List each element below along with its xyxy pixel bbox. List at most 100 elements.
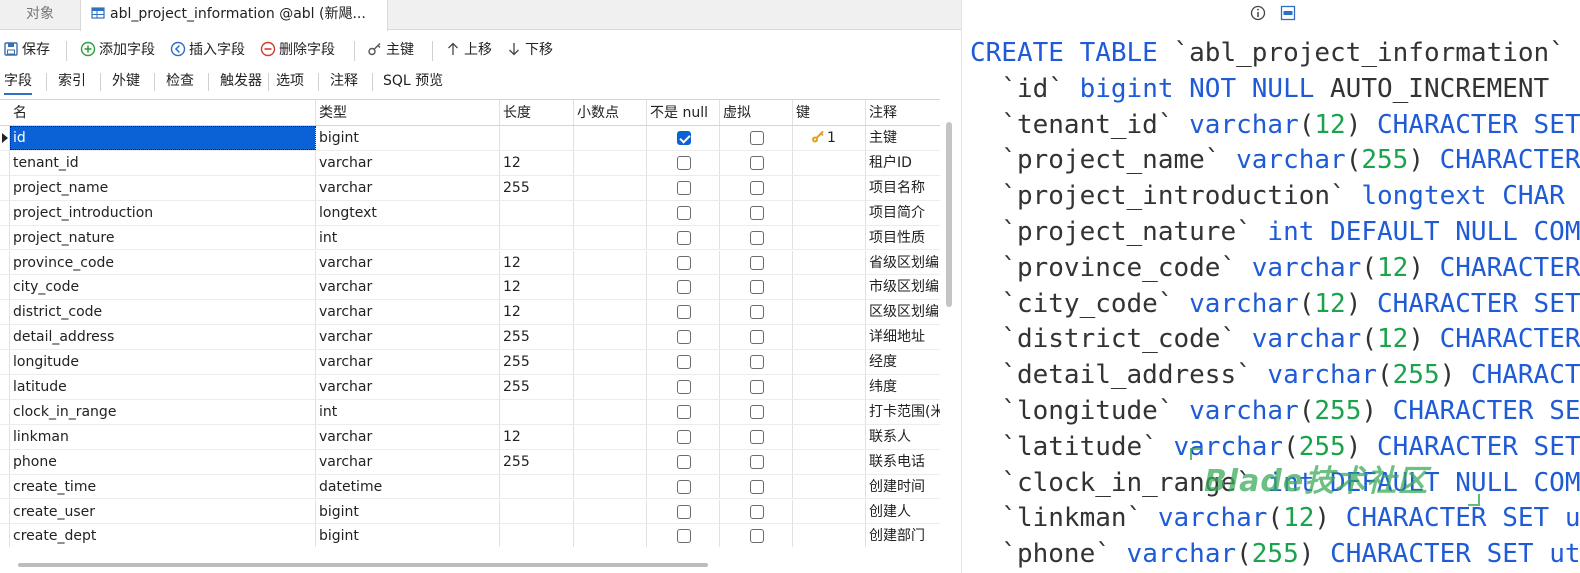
cell-name[interactable]: project_nature	[10, 225, 316, 250]
cell-decimals[interactable]	[574, 150, 647, 175]
cell-type[interactable]: longtext	[316, 200, 500, 225]
table-row[interactable]: project_introduction longtext 项目简介	[0, 200, 940, 226]
cell-key[interactable]	[793, 200, 866, 225]
cell-length[interactable]	[500, 126, 574, 150]
row-marker[interactable]	[0, 126, 10, 150]
row-marker[interactable]	[0, 250, 10, 275]
table-row[interactable]: project_name varchar 255 项目名称	[0, 175, 940, 201]
cell-decimals[interactable]	[574, 524, 647, 547]
subtab-foreign-keys[interactable]: 外键	[112, 69, 140, 95]
row-marker[interactable]	[0, 175, 10, 200]
cell-name[interactable]: province_code	[10, 250, 316, 275]
not-null-checkbox[interactable]	[677, 280, 691, 295]
cell-name[interactable]: clock_in_range	[10, 399, 316, 424]
table-row[interactable]: detail_address varchar 255 详细地址	[0, 325, 940, 351]
save-button[interactable]: 保存	[3, 39, 50, 61]
virtual-checkbox[interactable]	[750, 380, 764, 394]
column-header-type[interactable]: 类型	[316, 100, 500, 125]
table-row[interactable]: latitude varchar 255 纬度	[0, 375, 940, 400]
cell-key[interactable]	[793, 375, 866, 399]
move-up-button[interactable]: 上移	[445, 39, 492, 61]
cell-key[interactable]	[793, 524, 866, 547]
cell-decimals[interactable]	[574, 126, 647, 150]
add-field-button[interactable]: 添加字段	[80, 39, 155, 61]
horizontal-scrollbar[interactable]	[18, 563, 708, 567]
cell-type[interactable]: varchar	[316, 175, 500, 200]
subtab-triggers[interactable]: 触发器	[220, 69, 262, 95]
cell-type[interactable]: varchar	[316, 275, 500, 300]
row-marker[interactable]	[0, 350, 10, 374]
not-null-checkbox[interactable]	[677, 504, 691, 519]
subtab-fields[interactable]: 字段	[4, 69, 32, 95]
cell-decimals[interactable]	[574, 225, 647, 250]
cell-length[interactable]	[500, 524, 574, 547]
cell-decimals[interactable]	[574, 424, 647, 449]
cell-decimals[interactable]	[574, 375, 647, 399]
subtab-checks[interactable]: 检查	[166, 69, 194, 95]
table-row[interactable]: create_dept bigint 创建部门	[0, 524, 940, 547]
cell-length[interactable]: 255	[500, 175, 574, 200]
column-header-not-null[interactable]: 不是 null	[647, 100, 720, 125]
cell-key[interactable]	[793, 449, 866, 474]
table-row[interactable]: longitude varchar 255 经度	[0, 350, 940, 375]
cell-name[interactable]: tenant_id	[10, 150, 316, 175]
cell-comment[interactable]: 纬度	[866, 375, 940, 399]
cell-key[interactable]	[793, 499, 866, 524]
table-row[interactable]: district_code varchar 12 区级区划编	[0, 300, 940, 326]
virtual-checkbox[interactable]	[750, 280, 764, 295]
not-null-checkbox[interactable]	[677, 404, 691, 419]
column-header-name[interactable]: 名	[10, 100, 316, 125]
cell-decimals[interactable]	[574, 175, 647, 200]
virtual-checkbox[interactable]	[750, 305, 764, 320]
row-marker[interactable]	[0, 424, 10, 449]
cell-length[interactable]: 12	[500, 300, 574, 325]
table-row[interactable]: city_code varchar 12 市级区划编	[0, 275, 940, 301]
not-null-checkbox[interactable]	[677, 155, 691, 170]
cell-type[interactable]: varchar	[316, 449, 500, 474]
cell-type[interactable]: varchar	[316, 250, 500, 275]
virtual-checkbox[interactable]	[750, 155, 764, 170]
cell-comment[interactable]: 创建人	[866, 500, 940, 524]
cell-length[interactable]: 12	[500, 424, 574, 449]
cell-decimals[interactable]	[574, 449, 647, 474]
cell-length[interactable]	[500, 499, 574, 524]
row-marker[interactable]	[0, 474, 10, 499]
table-row[interactable]: project_nature int 项目性质	[0, 225, 940, 251]
cell-comment[interactable]: 项目简介	[866, 201, 940, 225]
cell-decimals[interactable]	[574, 399, 647, 424]
row-marker[interactable]	[0, 449, 10, 474]
ddl-icon[interactable]	[1280, 5, 1296, 21]
cell-type[interactable]: varchar	[316, 375, 500, 399]
table-row[interactable]: linkman varchar 12 联系人	[0, 424, 940, 450]
virtual-checkbox[interactable]	[750, 355, 764, 370]
cell-comment[interactable]: 市级区划编	[866, 275, 940, 299]
virtual-checkbox[interactable]	[750, 479, 764, 494]
cell-comment[interactable]: 主键	[866, 126, 940, 150]
virtual-checkbox[interactable]	[750, 180, 764, 195]
cell-key[interactable]	[793, 225, 866, 250]
cell-comment[interactable]: 联系电话	[866, 450, 940, 474]
virtual-checkbox[interactable]	[750, 429, 764, 444]
cell-decimals[interactable]	[574, 350, 647, 374]
cell-length[interactable]: 12	[500, 150, 574, 175]
row-marker[interactable]	[0, 524, 10, 547]
cell-length[interactable]: 12	[500, 250, 574, 275]
table-row[interactable]: create_user bigint 创建人	[0, 499, 940, 525]
column-header-length[interactable]: 长度	[500, 100, 574, 125]
cell-key[interactable]	[793, 424, 866, 449]
not-null-checkbox[interactable]	[677, 230, 691, 245]
row-marker[interactable]	[0, 325, 10, 350]
row-marker[interactable]	[0, 300, 10, 325]
not-null-checkbox[interactable]	[677, 380, 691, 394]
cell-length[interactable]	[500, 474, 574, 499]
cell-type[interactable]: int	[316, 225, 500, 250]
cell-length[interactable]: 255	[500, 449, 574, 474]
virtual-checkbox[interactable]	[750, 205, 764, 220]
table-row[interactable]: clock_in_range int 打卡范围(米	[0, 399, 940, 425]
cell-type[interactable]: bigint	[316, 126, 500, 150]
cell-key[interactable]	[793, 350, 866, 374]
virtual-checkbox[interactable]	[750, 255, 764, 270]
cell-length[interactable]	[500, 399, 574, 424]
cell-comment[interactable]: 省级区划编	[866, 251, 940, 275]
delete-field-button[interactable]: 删除字段	[260, 39, 335, 61]
